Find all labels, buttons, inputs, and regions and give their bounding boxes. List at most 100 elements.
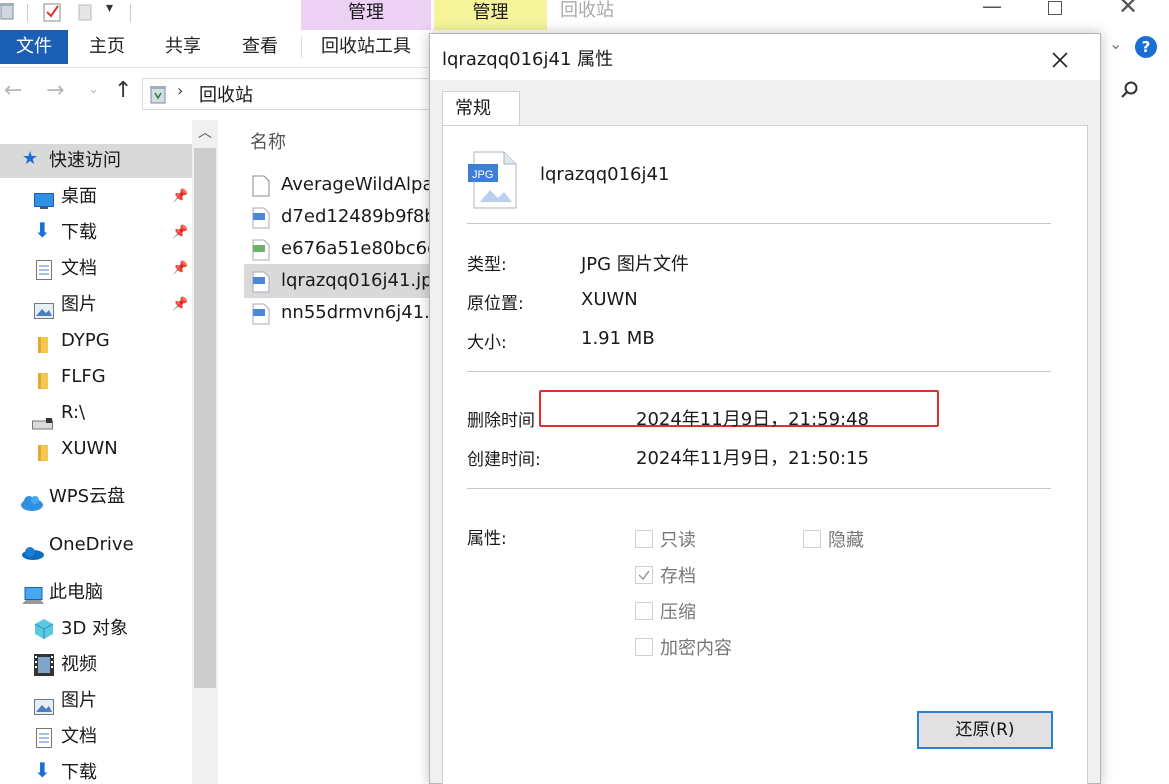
sidebar-item-dypg[interactable]: DYPG bbox=[0, 324, 192, 358]
sidebar-item-label: R:\ bbox=[61, 402, 86, 423]
sidebar-item-label: OneDrive bbox=[49, 534, 134, 555]
sidebar-item-onedrive[interactable]: OneDrive bbox=[0, 528, 192, 562]
star-icon: ★ bbox=[22, 148, 39, 169]
sidebar-item-pictures-pc[interactable]: 图片 bbox=[0, 684, 192, 718]
type-label: 类型: bbox=[467, 255, 507, 275]
pin-icon[interactable]: 📌 bbox=[172, 288, 188, 322]
file-name: lqrazqq016j41.jp bbox=[281, 270, 430, 291]
qa-separator bbox=[130, 4, 131, 22]
manage-context-tab-2[interactable]: 管理 bbox=[434, 0, 547, 30]
location-value: XUWN bbox=[581, 289, 638, 310]
sidebar-item-downloads[interactable]: ⬇ 下载 📌 bbox=[0, 216, 192, 250]
explorer-title-bar: ▾ 管理 管理 回收站 — ✕ bbox=[0, 0, 1169, 30]
sidebar-item-label: 图片 bbox=[61, 690, 97, 711]
location-label: 原位置: bbox=[467, 294, 524, 314]
pin-icon[interactable]: 📌 bbox=[172, 252, 188, 286]
dialog-title: lqrazqq016j41 属性 bbox=[442, 49, 614, 70]
tab-general[interactable]: 常规 bbox=[442, 91, 520, 126]
sidebar-item-documents[interactable]: 文档 📌 bbox=[0, 252, 192, 286]
download-icon: ⬇ bbox=[34, 758, 51, 782]
close-window-icon[interactable]: ✕ bbox=[1118, 0, 1138, 20]
up-arrow-icon[interactable]: ↑ bbox=[114, 78, 132, 103]
recent-dropdown-icon[interactable]: ⌄ bbox=[88, 82, 99, 97]
sidebar-item-wps-cloud[interactable]: WPS云盘 bbox=[0, 480, 192, 514]
file-name: d7ed12489b9f8b bbox=[281, 206, 430, 227]
sidebar-item-xuwn[interactable]: XUWN bbox=[0, 432, 192, 466]
file-row[interactable]: AverageWildAlpa bbox=[244, 168, 430, 202]
file-name-field[interactable]: lqrazqq016j41 bbox=[540, 164, 669, 185]
sidebar-item-quick-access[interactable]: ★ 快速访问 bbox=[0, 144, 192, 178]
properties-check-icon[interactable] bbox=[42, 2, 62, 27]
window-title: 回收站 bbox=[560, 0, 614, 21]
recycle-bin-icon bbox=[149, 84, 167, 109]
checkbox-label: 存档 bbox=[660, 566, 696, 587]
file-name: e676a51e80bc6d bbox=[281, 238, 430, 259]
forward-arrow-icon[interactable]: → bbox=[46, 78, 64, 103]
expand-ribbon-chevron-icon[interactable]: ⌄ bbox=[1109, 34, 1122, 53]
sidebar-item-videos[interactable]: 视频 bbox=[0, 648, 192, 682]
deleted-label: 删除时间 bbox=[467, 411, 535, 431]
file-row[interactable]: nn55drmvn6j41.j bbox=[244, 296, 430, 330]
checkbox-box bbox=[803, 530, 821, 548]
dialog-close-icon[interactable] bbox=[1050, 40, 1070, 77]
size-label: 大小: bbox=[467, 333, 507, 353]
sidebar-item-label: 桌面 bbox=[61, 186, 97, 207]
new-folder-icon[interactable] bbox=[78, 2, 94, 27]
checkbox-box bbox=[635, 530, 653, 548]
3d-objects-icon bbox=[34, 618, 54, 652]
sidebar-item-desktop[interactable]: 桌面 📌 bbox=[0, 180, 192, 214]
document-icon bbox=[36, 258, 52, 292]
sidebar-item-flfg[interactable]: FLFG bbox=[0, 360, 192, 394]
divider bbox=[467, 223, 1051, 224]
sidebar-item-label: 下载 bbox=[61, 762, 97, 783]
customize-dropdown-icon[interactable]: ▾ bbox=[106, 0, 113, 16]
search-icon[interactable] bbox=[1121, 80, 1139, 104]
column-header-name[interactable]: 名称 bbox=[250, 128, 286, 154]
checkbox-label: 加密内容 bbox=[660, 638, 732, 659]
checkbox-label: 只读 bbox=[660, 530, 696, 551]
sidebar-item-downloads-pc[interactable]: ⬇ 下载 bbox=[0, 756, 192, 784]
pin-icon[interactable]: 📌 bbox=[172, 216, 188, 250]
sidebar-item-label: WPS云盘 bbox=[49, 486, 126, 507]
checkbox-label: 压缩 bbox=[660, 602, 696, 623]
ribbon-right-controls: ⌄ ? bbox=[1101, 30, 1169, 784]
tab-view[interactable]: 查看 bbox=[242, 30, 278, 64]
file-row[interactable]: e676a51e80bc6d bbox=[244, 232, 430, 266]
jpg-file-icon bbox=[252, 303, 270, 337]
sidebar-item-documents-pc[interactable]: 文档 bbox=[0, 720, 192, 754]
help-icon[interactable]: ? bbox=[1135, 36, 1157, 58]
minimize-icon[interactable]: — bbox=[982, 0, 1002, 18]
qa-separator bbox=[27, 4, 28, 22]
sidebar-item-label: 图片 bbox=[61, 294, 97, 315]
tab-home[interactable]: 主页 bbox=[89, 30, 125, 64]
folder-icon bbox=[34, 440, 52, 474]
manage-context-tab-1[interactable]: 管理 bbox=[301, 0, 431, 30]
sidebar-scroll-thumb[interactable] bbox=[194, 148, 216, 688]
sidebar-item-label: DYPG bbox=[61, 330, 110, 351]
attributes-label: 属性: bbox=[467, 529, 507, 549]
sidebar-item-label: 文档 bbox=[61, 258, 97, 279]
back-arrow-icon[interactable]: ← bbox=[4, 78, 22, 103]
restore-button[interactable]: 还原(R) bbox=[917, 711, 1053, 749]
pin-icon[interactable]: 📌 bbox=[172, 180, 188, 214]
tab-share[interactable]: 共享 bbox=[165, 30, 201, 64]
sidebar-scrollbar[interactable]: ︿ bbox=[192, 120, 218, 784]
checkbox-box bbox=[635, 602, 653, 620]
breadcrumb[interactable]: 回收站 bbox=[199, 81, 253, 107]
file-row[interactable]: d7ed12489b9f8b bbox=[244, 200, 430, 234]
onedrive-icon bbox=[20, 538, 44, 572]
file-row-selected[interactable]: lqrazqq016j41.jp bbox=[244, 264, 430, 298]
tab-file[interactable]: 文件 bbox=[0, 30, 68, 64]
sidebar-item-label: 此电脑 bbox=[49, 582, 103, 603]
sidebar-item-r-drive[interactable]: R:\ bbox=[0, 396, 192, 430]
sidebar-item-label: XUWN bbox=[61, 438, 118, 459]
sidebar-item-3d-objects[interactable]: 3D 对象 bbox=[0, 612, 192, 646]
tab-recycle-bin-tools[interactable]: 回收站工具 bbox=[321, 30, 411, 64]
sidebar-item-this-pc[interactable]: 此电脑 bbox=[0, 576, 192, 610]
sidebar-item-pictures[interactable]: 图片 📌 bbox=[0, 288, 192, 322]
checkbox-label: 隐藏 bbox=[828, 530, 864, 551]
scroll-up-chevron-icon[interactable]: ︿ bbox=[198, 122, 212, 142]
file-name: AverageWildAlpa bbox=[281, 174, 430, 195]
maximize-icon[interactable] bbox=[1048, 0, 1062, 20]
type-value: JPG 图片文件 bbox=[581, 254, 689, 275]
